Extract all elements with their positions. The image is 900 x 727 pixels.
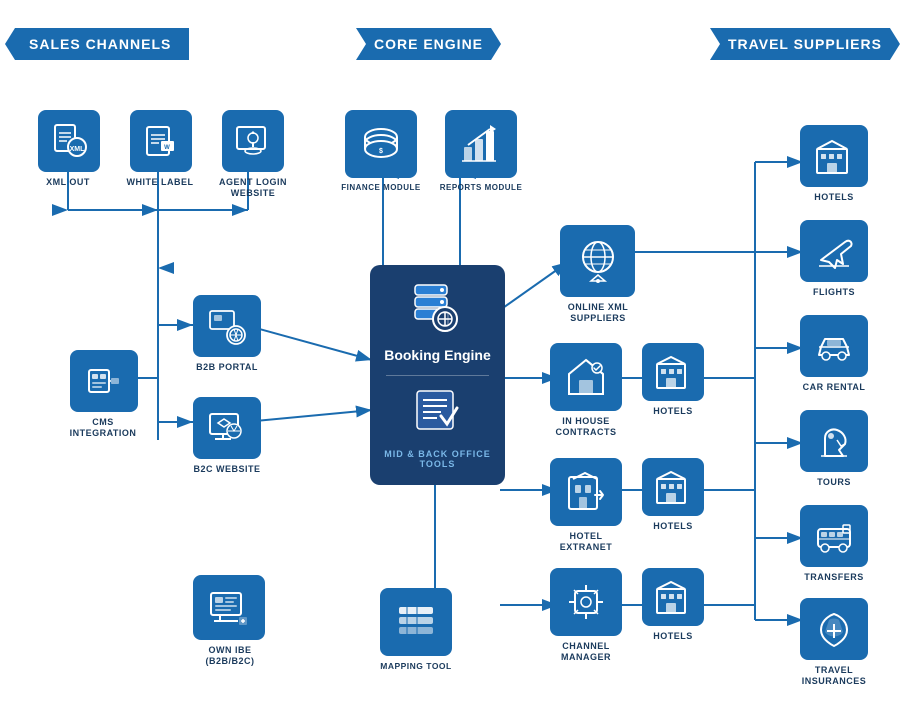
supplier-car-icon [812, 324, 856, 368]
own-ibe-label: OWN IBE(B2B/B2C) [175, 645, 285, 667]
agent-login-label: AGENT LOGINWEBSITE [205, 177, 301, 199]
mapping-tool-box [380, 588, 452, 656]
hotel-extranet-box [550, 458, 622, 526]
cms-integration-icon [82, 359, 126, 403]
white-label-box: W [130, 110, 192, 172]
own-ibe-box [193, 575, 265, 640]
xml-out-box: XML [38, 110, 100, 172]
booking-engine-icon-top [410, 281, 465, 336]
booking-engine-label: Booking Engine [384, 347, 491, 363]
b2c-website-box [193, 397, 261, 459]
b2c-website-icon [205, 406, 249, 450]
sales-channels-header: SALES CHANNELS [5, 28, 189, 60]
supplier-tours-box [800, 410, 868, 472]
b2b-portal-box [193, 295, 261, 357]
supplier-flights-label: FLIGHTS [800, 287, 868, 297]
hotels-he-box [642, 458, 704, 516]
supplier-transfers-icon [812, 514, 856, 558]
channel-manager-icon [564, 580, 608, 624]
hotels-he-label: HOTELS [642, 521, 704, 531]
finance-module-label: FINANCE MODULE [330, 183, 432, 192]
supplier-insurance-label: TRAVELINSURANCES [793, 665, 875, 687]
supplier-flights-box [800, 220, 868, 282]
reports-module-box [445, 110, 517, 178]
travel-suppliers-label: TRAVEL SUPPLIERS [728, 36, 882, 52]
supplier-hotels-box [800, 125, 868, 187]
xml-out-icon: XML [47, 119, 91, 163]
diagram: SALES CHANNELS CORE ENGINE TRAVEL SUPPLI… [0, 0, 900, 727]
supplier-hotels-label: HOTELS [800, 192, 868, 202]
svg-text:$: $ [379, 148, 383, 155]
white-label-icon: W [139, 119, 183, 163]
hotel-extranet-icon [564, 470, 608, 514]
booking-engine-sublabel: MID & BACK OFFICE TOOLS [380, 449, 495, 469]
supplier-hotels-icon [812, 134, 856, 178]
xml-out-label: XML OUT [20, 177, 116, 187]
agent-login-icon [231, 119, 275, 163]
online-xml-label: ONLINE XMLSUPPLIERS [548, 302, 648, 324]
hotels-cm-label: HOTELS [642, 631, 704, 641]
mapping-tool-label: MAPPING TOOL [365, 661, 467, 671]
hotels-ih-box [642, 343, 704, 401]
svg-text:XML: XML [70, 146, 86, 153]
supplier-insurance-box [800, 598, 868, 660]
supplier-car-label: CAR RENTAL [800, 382, 868, 392]
supplier-transfers-label: TRANSFERS [800, 572, 868, 582]
own-ibe-icon [207, 586, 251, 630]
in-house-icon [564, 355, 608, 399]
booking-engine-divider [386, 375, 490, 376]
reports-module-icon [459, 122, 503, 166]
white-label-label: WHITE LABEL [112, 177, 208, 187]
supplier-car-box [800, 315, 868, 377]
b2c-website-label: B2C WEBSITE [193, 464, 261, 474]
reports-module-label: REPORTS MODULE [430, 183, 532, 192]
hotels-he-icon [651, 465, 695, 509]
in-house-box [550, 343, 622, 411]
supplier-tours-label: TOURS [800, 477, 868, 487]
supplier-transfers-box [800, 505, 868, 567]
supplier-flights-icon [812, 229, 856, 273]
channel-manager-label: CHANNELMANAGER [540, 641, 632, 663]
agent-login-box [222, 110, 284, 172]
travel-suppliers-header: TRAVEL SUPPLIERS [710, 28, 900, 60]
cms-integration-label: CMSINTEGRATION [55, 417, 151, 439]
online-xml-box [560, 225, 635, 297]
b2b-portal-label: B2B PORTAL [193, 362, 261, 372]
booking-engine-box: Booking Engine MID & BACK OFFICE TOOLS [370, 265, 505, 485]
finance-module-icon: $ [359, 122, 403, 166]
in-house-label: IN HOUSECONTRACTS [540, 416, 632, 438]
supplier-insurance-icon [812, 607, 856, 651]
sales-channels-label: SALES CHANNELS [29, 36, 171, 52]
hotels-cm-box [642, 568, 704, 626]
core-engine-header: CORE ENGINE [356, 28, 501, 60]
core-engine-label: CORE ENGINE [374, 36, 483, 52]
booking-engine-icon-bottom [413, 388, 463, 438]
hotels-ih-icon [651, 350, 695, 394]
hotels-cm-icon [651, 575, 695, 619]
finance-module-box: $ [345, 110, 417, 178]
channel-manager-box [550, 568, 622, 636]
online-xml-icon [576, 239, 620, 283]
supplier-tours-icon [812, 419, 856, 463]
hotels-ih-label: HOTELS [642, 406, 704, 416]
svg-text:W: W [164, 145, 170, 151]
hotel-extranet-label: HOTELEXTRANET [540, 531, 632, 553]
mapping-tool-icon [394, 600, 438, 644]
cms-integration-box [70, 350, 138, 412]
b2b-portal-icon [205, 304, 249, 348]
